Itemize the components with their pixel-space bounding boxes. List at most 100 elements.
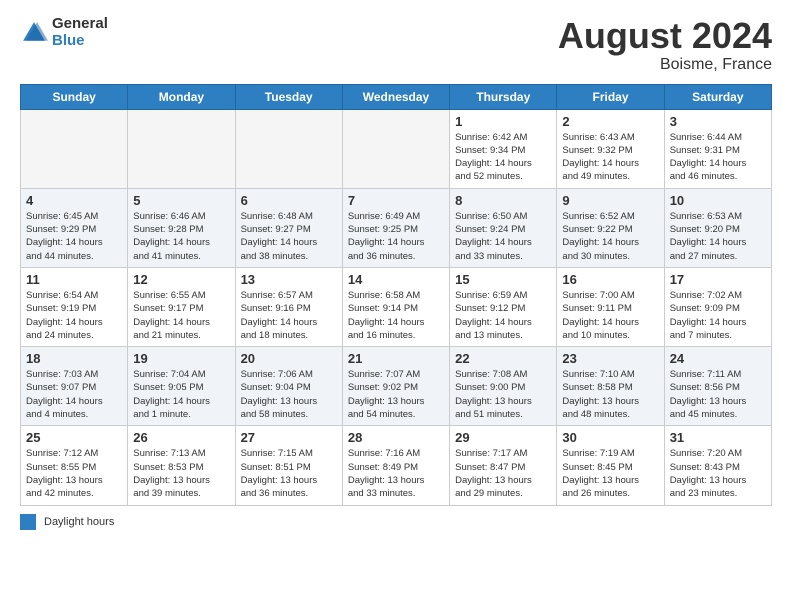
day-info: Sunrise: 7:00 AM Sunset: 9:11 PM Dayligh… — [562, 289, 658, 342]
calendar-cell — [128, 109, 235, 188]
calendar-week-row: 18 Sunrise: 7:03 AM Sunset: 9:07 PM Dayli… — [21, 347, 772, 426]
calendar-cell — [235, 109, 342, 188]
day-number: 24 — [670, 351, 766, 366]
day-number: 23 — [562, 351, 658, 366]
day-number: 4 — [26, 193, 122, 208]
day-number: 21 — [348, 351, 444, 366]
day-number: 8 — [455, 193, 551, 208]
day-info: Sunrise: 7:17 AM Sunset: 8:47 PM Dayligh… — [455, 447, 551, 500]
day-info: Sunrise: 7:11 AM Sunset: 8:56 PM Dayligh… — [670, 368, 766, 421]
day-number: 30 — [562, 430, 658, 445]
day-number: 11 — [26, 272, 122, 287]
day-info: Sunrise: 7:12 AM Sunset: 8:55 PM Dayligh… — [26, 447, 122, 500]
day-info: Sunrise: 7:16 AM Sunset: 8:49 PM Dayligh… — [348, 447, 444, 500]
calendar-cell: 16 Sunrise: 7:00 AM Sunset: 9:11 PM Dayli… — [557, 267, 664, 346]
day-number: 16 — [562, 272, 658, 287]
legend: Daylight hours — [20, 514, 772, 530]
day-number: 5 — [133, 193, 229, 208]
calendar-cell: 1Sunrise: 6:42 AM Sunset: 9:34 PM Daylig… — [450, 109, 557, 188]
day-number: 13 — [241, 272, 337, 287]
calendar-cell: 10Sunrise: 6:53 AM Sunset: 9:20 PM Dayli… — [664, 188, 771, 267]
day-number: 29 — [455, 430, 551, 445]
day-info: Sunrise: 6:55 AM Sunset: 9:17 PM Dayligh… — [133, 289, 229, 342]
calendar-cell: 4 Sunrise: 6:45 AM Sunset: 9:29 PM Daylig… — [21, 188, 128, 267]
day-number: 20 — [241, 351, 337, 366]
calendar-cell: 2 Sunrise: 6:43 AM Sunset: 9:32 PM Daylig… — [557, 109, 664, 188]
calendar-week-row: 4 Sunrise: 6:45 AM Sunset: 9:29 PM Daylig… — [21, 188, 772, 267]
day-number: 12 — [133, 272, 229, 287]
day-number: 1 — [455, 114, 551, 129]
calendar-header-friday: Friday — [557, 84, 664, 109]
logo: General Blue — [20, 16, 108, 49]
calendar-cell — [21, 109, 128, 188]
main-title: August 2024 — [558, 16, 772, 56]
day-info: Sunrise: 7:08 AM Sunset: 9:00 PM Dayligh… — [455, 368, 551, 421]
day-info: Sunrise: 6:50 AM Sunset: 9:24 PM Dayligh… — [455, 210, 551, 263]
calendar-cell: 5 Sunrise: 6:46 AM Sunset: 9:28 PM Daylig… — [128, 188, 235, 267]
calendar-cell: 3 Sunrise: 6:44 AM Sunset: 9:31 PM Daylig… — [664, 109, 771, 188]
calendar-header-monday: Monday — [128, 84, 235, 109]
calendar-cell: 24 Sunrise: 7:11 AM Sunset: 8:56 PM Dayli… — [664, 347, 771, 426]
legend-label: Daylight hours — [44, 516, 114, 528]
calendar-cell: 7Sunrise: 6:49 AM Sunset: 9:25 PM Daylig… — [342, 188, 449, 267]
day-info: Sunrise: 7:20 AM Sunset: 8:43 PM Dayligh… — [670, 447, 766, 500]
calendar-cell: 19Sunrise: 7:04 AM Sunset: 9:05 PM Dayli… — [128, 347, 235, 426]
logo-text: General Blue — [52, 16, 108, 49]
logo-line1: General — [52, 16, 108, 33]
calendar-cell: 12 Sunrise: 6:55 AM Sunset: 9:17 PM Dayli… — [128, 267, 235, 346]
day-info: Sunrise: 6:59 AM Sunset: 9:12 PM Dayligh… — [455, 289, 551, 342]
day-number: 6 — [241, 193, 337, 208]
calendar-header-wednesday: Wednesday — [342, 84, 449, 109]
calendar-cell: 23 Sunrise: 7:10 AM Sunset: 8:58 PM Dayli… — [557, 347, 664, 426]
title-block: August 2024 Boisme, France — [558, 16, 772, 74]
calendar-cell: 6 Sunrise: 6:48 AM Sunset: 9:27 PM Daylig… — [235, 188, 342, 267]
day-info: Sunrise: 7:04 AM Sunset: 9:05 PM Dayligh… — [133, 368, 229, 421]
day-info: Sunrise: 6:44 AM Sunset: 9:31 PM Dayligh… — [670, 131, 766, 184]
day-number: 25 — [26, 430, 122, 445]
calendar-cell: 22 Sunrise: 7:08 AM Sunset: 9:00 PM Dayli… — [450, 347, 557, 426]
day-info: Sunrise: 6:54 AM Sunset: 9:19 PM Dayligh… — [26, 289, 122, 342]
day-number: 22 — [455, 351, 551, 366]
calendar-week-row: 25 Sunrise: 7:12 AM Sunset: 8:55 PM Dayli… — [21, 426, 772, 505]
day-info: Sunrise: 6:52 AM Sunset: 9:22 PM Dayligh… — [562, 210, 658, 263]
calendar-header-tuesday: Tuesday — [235, 84, 342, 109]
page: General Blue August 2024 Boisme, France … — [0, 0, 792, 612]
legend-box — [20, 514, 36, 530]
logo-line2: Blue — [52, 33, 108, 50]
day-number: 18 — [26, 351, 122, 366]
day-info: Sunrise: 7:03 AM Sunset: 9:07 PM Dayligh… — [26, 368, 122, 421]
calendar-table: SundayMondayTuesdayWednesdayThursdayFrid… — [20, 84, 772, 506]
calendar-cell: 11 Sunrise: 6:54 AM Sunset: 9:19 PM Dayli… — [21, 267, 128, 346]
calendar-cell: 15 Sunrise: 6:59 AM Sunset: 9:12 PM Dayli… — [450, 267, 557, 346]
calendar-cell: 28Sunrise: 7:16 AM Sunset: 8:49 PM Dayli… — [342, 426, 449, 505]
calendar-cell: 21 Sunrise: 7:07 AM Sunset: 9:02 PM Dayli… — [342, 347, 449, 426]
day-number: 3 — [670, 114, 766, 129]
calendar-cell: 8 Sunrise: 6:50 AM Sunset: 9:24 PM Daylig… — [450, 188, 557, 267]
day-info: Sunrise: 6:43 AM Sunset: 9:32 PM Dayligh… — [562, 131, 658, 184]
day-info: Sunrise: 6:45 AM Sunset: 9:29 PM Dayligh… — [26, 210, 122, 263]
calendar-cell: 30Sunrise: 7:19 AM Sunset: 8:45 PM Dayli… — [557, 426, 664, 505]
calendar-cell: 18 Sunrise: 7:03 AM Sunset: 9:07 PM Dayli… — [21, 347, 128, 426]
calendar-header-sunday: Sunday — [21, 84, 128, 109]
day-info: Sunrise: 7:13 AM Sunset: 8:53 PM Dayligh… — [133, 447, 229, 500]
calendar-cell: 29 Sunrise: 7:17 AM Sunset: 8:47 PM Dayli… — [450, 426, 557, 505]
sub-title: Boisme, France — [558, 56, 772, 74]
day-number: 26 — [133, 430, 229, 445]
day-info: Sunrise: 6:46 AM Sunset: 9:28 PM Dayligh… — [133, 210, 229, 263]
day-info: Sunrise: 7:02 AM Sunset: 9:09 PM Dayligh… — [670, 289, 766, 342]
header: General Blue August 2024 Boisme, France — [20, 16, 772, 74]
calendar-cell: 17Sunrise: 7:02 AM Sunset: 9:09 PM Dayli… — [664, 267, 771, 346]
calendar-cell: 14Sunrise: 6:58 AM Sunset: 9:14 PM Dayli… — [342, 267, 449, 346]
calendar-cell: 9Sunrise: 6:52 AM Sunset: 9:22 PM Daylig… — [557, 188, 664, 267]
day-number: 7 — [348, 193, 444, 208]
day-number: 2 — [562, 114, 658, 129]
day-info: Sunrise: 7:07 AM Sunset: 9:02 PM Dayligh… — [348, 368, 444, 421]
day-info: Sunrise: 6:57 AM Sunset: 9:16 PM Dayligh… — [241, 289, 337, 342]
calendar-week-row: 11 Sunrise: 6:54 AM Sunset: 9:19 PM Dayli… — [21, 267, 772, 346]
day-info: Sunrise: 6:58 AM Sunset: 9:14 PM Dayligh… — [348, 289, 444, 342]
day-number: 15 — [455, 272, 551, 287]
calendar-header-row: SundayMondayTuesdayWednesdayThursdayFrid… — [21, 84, 772, 109]
day-info: Sunrise: 6:48 AM Sunset: 9:27 PM Dayligh… — [241, 210, 337, 263]
day-info: Sunrise: 6:53 AM Sunset: 9:20 PM Dayligh… — [670, 210, 766, 263]
day-info: Sunrise: 7:10 AM Sunset: 8:58 PM Dayligh… — [562, 368, 658, 421]
